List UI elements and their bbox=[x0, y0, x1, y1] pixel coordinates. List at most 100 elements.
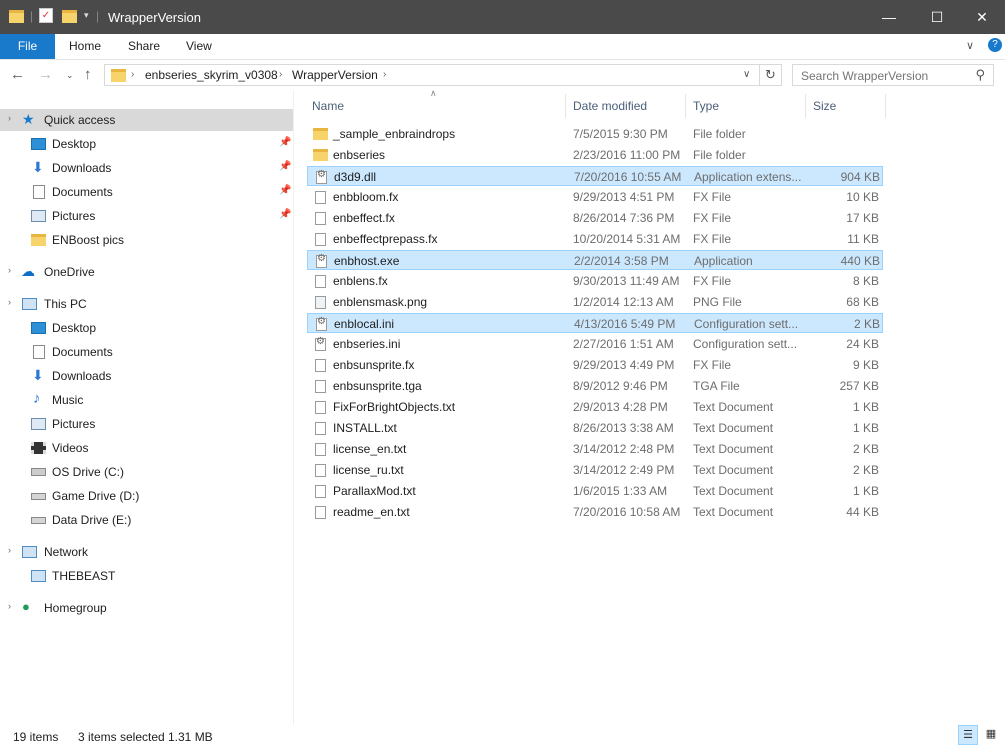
sidebar-item-documents[interactable]: Documents 📌 bbox=[0, 181, 293, 203]
expand-chevron-icon[interactable]: › bbox=[8, 113, 11, 123]
separator: | bbox=[30, 9, 34, 23]
chevron-down-icon[interactable]: ▾ bbox=[84, 10, 89, 21]
crumb-separator-icon[interactable]: › bbox=[279, 69, 282, 80]
file-row[interactable]: d3d9.dll 7/20/2016 10:55 AM Application ex… bbox=[307, 166, 883, 186]
sidebar-item-pictures[interactable]: Pictures 📌 bbox=[0, 205, 293, 227]
file-type: Configuration sett... bbox=[693, 337, 798, 351]
sidebar-item-pc-pictures[interactable]: Pictures bbox=[0, 413, 293, 435]
file-row[interactable]: enbseries.ini 2/27/2016 1:51 AM Configurat… bbox=[307, 334, 883, 354]
column-separator[interactable] bbox=[565, 94, 566, 118]
sidebar-item-thebeast[interactable]: THEBEAST bbox=[0, 565, 293, 587]
column-header-size[interactable]: Size bbox=[805, 94, 886, 118]
sidebar-item-music[interactable]: ♪ Music bbox=[0, 389, 293, 411]
file-row[interactable]: enbsunsprite.tga 8/9/2012 9:46 PM TGA File… bbox=[307, 376, 883, 396]
pin-icon[interactable]: 📌 bbox=[279, 137, 291, 148]
refresh-button[interactable]: ↻ bbox=[760, 64, 782, 86]
network-icon bbox=[22, 546, 37, 558]
ribbon-expand-icon[interactable]: ∨ bbox=[966, 39, 974, 52]
file-row[interactable]: _sample_enbraindrops 7/5/2015 9:30 PM File… bbox=[307, 124, 883, 144]
sidebar-label: Documents bbox=[52, 185, 113, 199]
close-button[interactable]: ✕ bbox=[959, 0, 1005, 34]
file-row[interactable]: enbeffectprepass.fx 10/20/2014 5:31 AM FX … bbox=[307, 229, 883, 249]
details-view-button[interactable]: ☰ bbox=[958, 725, 978, 745]
expand-chevron-icon[interactable]: › bbox=[8, 545, 11, 555]
file-row[interactable]: enbeffect.fx 8/26/2014 7:36 PM FX File 17 K… bbox=[307, 208, 883, 228]
folder-icon[interactable] bbox=[9, 10, 24, 23]
large-icons-view-button[interactable]: ▦ bbox=[981, 725, 1001, 745]
sidebar-item-os-drive[interactable]: OS Drive (C:) bbox=[0, 461, 293, 483]
column-separator[interactable] bbox=[805, 94, 806, 118]
maximize-button[interactable]: ☐ bbox=[914, 0, 960, 34]
file-name: license_ru.txt bbox=[333, 463, 404, 477]
expand-chevron-icon[interactable]: › bbox=[8, 265, 11, 275]
file-size: 2 KB bbox=[852, 463, 879, 477]
sidebar-item-desktop[interactable]: Desktop 📌 bbox=[0, 133, 293, 155]
new-folder-icon[interactable] bbox=[62, 10, 77, 23]
file-row[interactable]: FixForBrightObjects.txt 2/9/2013 4:28 PM T… bbox=[307, 397, 883, 417]
crumb-separator-icon[interactable]: › bbox=[383, 69, 386, 80]
file-date: 8/26/2013 3:38 AM bbox=[573, 421, 674, 435]
sidebar-item-onedrive[interactable]: › ☁ OneDrive bbox=[0, 261, 293, 283]
forward-arrow-icon[interactable]: → bbox=[38, 66, 53, 83]
pin-icon[interactable]: 📌 bbox=[279, 209, 291, 220]
selection-size: 1.31 MB bbox=[168, 730, 213, 744]
address-dropdown-icon[interactable]: ∨ bbox=[743, 69, 750, 80]
file-row[interactable]: enblens.fx 9/30/2013 11:49 AM FX File 8 KB bbox=[307, 271, 883, 291]
sidebar-item-game-drive[interactable]: Game Drive (D:) bbox=[0, 485, 293, 507]
sidebar-item-pc-desktop[interactable]: Desktop bbox=[0, 317, 293, 339]
crumb-separator-icon[interactable]: › bbox=[131, 69, 134, 80]
expand-chevron-icon[interactable]: › bbox=[8, 601, 11, 611]
search-icon[interactable]: ⚲ bbox=[975, 67, 985, 83]
column-header-date[interactable]: Date modified bbox=[565, 94, 685, 118]
column-separator[interactable] bbox=[685, 94, 686, 118]
file-row[interactable]: enbsunsprite.fx 9/29/2013 4:49 PM FX File 9… bbox=[307, 355, 883, 375]
sidebar-item-videos[interactable]: Videos bbox=[0, 437, 293, 459]
file-row[interactable]: enbbloom.fx 9/29/2013 4:51 PM FX File 10 KB bbox=[307, 187, 883, 207]
expand-chevron-icon[interactable]: › bbox=[8, 297, 11, 307]
tab-view[interactable]: View bbox=[186, 34, 212, 59]
search-input[interactable] bbox=[799, 68, 963, 84]
column-separator[interactable] bbox=[885, 94, 886, 118]
tab-share[interactable]: Share bbox=[128, 34, 160, 59]
recent-locations-icon[interactable]: ⌄ bbox=[66, 70, 74, 81]
pane-divider[interactable] bbox=[293, 90, 294, 725]
sidebar-item-pc-documents[interactable]: Documents bbox=[0, 341, 293, 363]
pin-icon[interactable]: 📌 bbox=[279, 161, 291, 172]
file-date: 8/26/2014 7:36 PM bbox=[573, 211, 675, 225]
file-type: File folder bbox=[693, 127, 746, 141]
file-date: 10/20/2014 5:31 AM bbox=[573, 232, 681, 246]
breadcrumb-enbseries[interactable]: enbseries_skyrim_v0308 bbox=[145, 68, 278, 82]
search-box[interactable]: ⚲ bbox=[792, 64, 994, 86]
sidebar-item-quick-access[interactable]: › ★ Quick access bbox=[0, 109, 293, 131]
file-row[interactable]: enbhost.exe 2/2/2014 3:58 PM Application 44… bbox=[307, 250, 883, 270]
sidebar-item-data-drive[interactable]: Data Drive (E:) bbox=[0, 509, 293, 531]
address-bar[interactable]: › enbseries_skyrim_v0308 › WrapperVersio… bbox=[104, 64, 760, 86]
file-row[interactable]: INSTALL.txt 8/26/2013 3:38 AM Text Documen… bbox=[307, 418, 883, 438]
sidebar-item-pc-downloads[interactable]: ⬇ Downloads bbox=[0, 365, 293, 387]
pin-icon[interactable]: 📌 bbox=[279, 185, 291, 196]
file-row[interactable]: readme_en.txt 7/20/2016 10:58 AM Text Docu… bbox=[307, 502, 883, 522]
column-header-type[interactable]: Type bbox=[685, 94, 805, 118]
column-header-name[interactable]: Name bbox=[312, 94, 562, 118]
file-type: FX File bbox=[693, 211, 732, 225]
tab-file[interactable]: File bbox=[0, 34, 55, 59]
sidebar-item-this-pc[interactable]: › This PC bbox=[0, 293, 293, 315]
breadcrumb-wrapperversion[interactable]: WrapperVersion bbox=[292, 68, 378, 82]
file-row[interactable]: enblensmask.png 1/2/2014 12:13 AM PNG File… bbox=[307, 292, 883, 312]
back-arrow-icon[interactable]: ← bbox=[10, 66, 25, 83]
file-row[interactable]: license_en.txt 3/14/2012 2:48 PM Text Docu… bbox=[307, 439, 883, 459]
pictures-icon bbox=[31, 210, 46, 222]
sidebar-item-homegroup[interactable]: › ● Homegroup bbox=[0, 597, 293, 619]
sidebar-item-enboost-pics[interactable]: ENBoost pics bbox=[0, 229, 293, 251]
file-row[interactable]: license_ru.txt 3/14/2012 2:49 PM Text Docu… bbox=[307, 460, 883, 480]
file-row[interactable]: ParallaxMod.txt 1/6/2015 1:33 AM Text Docu… bbox=[307, 481, 883, 501]
tab-home[interactable]: Home bbox=[69, 34, 101, 59]
minimize-button[interactable]: — bbox=[866, 0, 912, 34]
up-arrow-icon[interactable]: ↑ bbox=[84, 66, 92, 83]
sidebar-item-downloads[interactable]: ⬇ Downloads 📌 bbox=[0, 157, 293, 179]
file-row[interactable]: enblocal.ini 4/13/2016 5:49 PM Configurati… bbox=[307, 313, 883, 333]
file-row[interactable]: enbseries 2/23/2016 11:00 PM File folder bbox=[307, 145, 883, 165]
properties-icon[interactable]: ✓ bbox=[39, 8, 53, 23]
help-icon[interactable]: ? bbox=[988, 38, 1002, 52]
sidebar-item-network[interactable]: › Network bbox=[0, 541, 293, 563]
